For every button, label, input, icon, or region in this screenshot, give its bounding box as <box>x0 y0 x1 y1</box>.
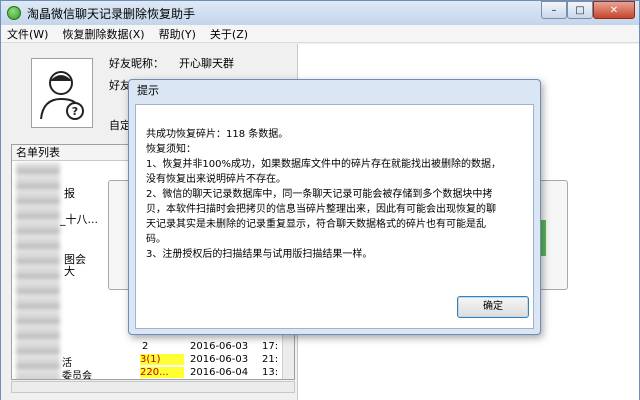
row-count: 220... <box>140 367 184 378</box>
table-row[interactable]: 活 3(1) 2016-06-03 21: <box>12 354 294 369</box>
avatar: ? <box>31 58 93 128</box>
row-time: 21: <box>262 354 279 365</box>
dialog-line: 1、恢复并非100%成功，如果数据库文件中的碎片存在就能找出被删除的数据， <box>146 159 501 170</box>
row-count: 2 <box>142 341 149 352</box>
dialog-line: 共成功恢复碎片：118 条数据。 <box>146 129 289 140</box>
dialog-line: 没有恢复出来说明碎片不存在。 <box>146 174 286 185</box>
list-item[interactable]: 大 <box>64 263 75 279</box>
row-date: 2016-06-03 <box>190 354 249 365</box>
nickname-label: 好友昵称： <box>109 57 164 70</box>
menu-file[interactable]: 文件(W) <box>7 26 48 42</box>
dialog-title[interactable]: 提示 <box>129 80 540 102</box>
menu-help[interactable]: 帮助(Y) <box>159 26 196 42</box>
maximize-button[interactable]: □ <box>567 1 593 19</box>
window-controls: – □ ✕ <box>541 1 635 19</box>
minimize-button[interactable]: – <box>541 1 567 19</box>
message-dialog: 提示 共成功恢复碎片：118 条数据。 恢复须知： 1、恢复并非100%成功，如… <box>128 79 541 335</box>
row-time: 17: <box>262 341 279 352</box>
dialog-line: 3、注册授权后的扫描结果与试用版扫描结果一样。 <box>146 249 373 260</box>
ok-button[interactable]: 确定 <box>457 296 529 318</box>
dialog-line: 恢复须知： <box>146 144 196 155</box>
dialog-line: 天记录其实是未删除的记录重复显示，符合聊天数据格式的碎片也有可能是乱 <box>146 219 486 230</box>
row-date: 2016-06-03 <box>190 341 249 352</box>
dialog-body: 共成功恢复碎片：118 条数据。 恢复须知： 1、恢复并非100%成功，如果数据… <box>135 104 534 329</box>
dialog-line: 贝，本软件扫描时会把拷贝的信息当碎片整理出来，因此有可能会出现恢复的聊 <box>146 204 496 215</box>
title-bar[interactable]: 淘晶微信聊天记录删除恢复助手 – □ ✕ <box>1 1 639 25</box>
dialog-line: 2、微信的聊天记录数据库中，同一条聊天记录可能会被存储到多个数据块中拷 <box>146 189 493 200</box>
row-count: 3(1) <box>140 354 184 365</box>
menu-recover[interactable]: 恢复删除数据(X) <box>62 26 144 42</box>
table-row[interactable]: 2 2016-06-03 17: <box>12 341 294 354</box>
svg-text:?: ? <box>72 105 78 118</box>
user-unknown-icon: ? <box>40 71 84 120</box>
list-horizontal-scrollbar[interactable] <box>11 381 295 393</box>
window-title: 淘晶微信聊天记录删除恢复助手 <box>27 6 196 21</box>
wechat-app-icon <box>7 6 21 20</box>
list-item[interactable]: _十八... <box>60 211 98 227</box>
table-row[interactable]: 委员会 220... 2016-06-04 13: <box>12 367 294 380</box>
dialog-line: 码。 <box>146 234 166 245</box>
row-time: 13: <box>262 367 279 378</box>
list-item[interactable]: 报 <box>64 185 75 201</box>
row-name: 委员会 <box>62 371 92 380</box>
menu-about[interactable]: 关于(Z) <box>210 26 248 42</box>
menu-bar: 文件(W) 恢复删除数据(X) 帮助(Y) 关于(Z) <box>1 25 639 43</box>
row-date: 2016-06-04 <box>190 367 249 378</box>
close-button[interactable]: ✕ <box>593 1 635 19</box>
nickname-value: 开心聊天群 <box>179 57 234 70</box>
